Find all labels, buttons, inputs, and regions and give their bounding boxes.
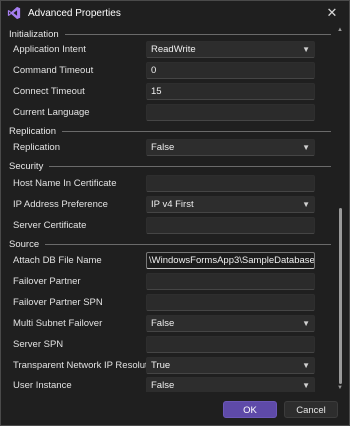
replication-dropdown[interactable]: False ▼	[146, 139, 315, 156]
server-spn-input[interactable]	[146, 336, 315, 353]
row-user-instance: User Instance False ▼	[1, 377, 331, 392]
row-connect-timeout: Connect Timeout 15	[1, 83, 331, 101]
chevron-down-icon[interactable]: ▼	[302, 358, 310, 373]
properties-grid: Initialization Application Intent ReadWr…	[1, 27, 349, 392]
ip-address-preference-dropdown[interactable]: IP v4 First ▼	[146, 196, 315, 213]
chevron-down-icon[interactable]: ▼	[302, 316, 310, 331]
row-replication: Replication False ▼	[1, 139, 331, 157]
section-divider	[64, 33, 331, 35]
chevron-down-icon[interactable]: ▼	[302, 378, 310, 392]
section-title: Security	[9, 160, 44, 172]
section-title: Initialization	[9, 28, 59, 40]
dropdown-value: False	[151, 318, 175, 329]
title-bar: Advanced Properties ✕	[1, 1, 349, 25]
close-icon[interactable]: ✕	[321, 3, 343, 23]
property-label: Server Certificate	[13, 220, 87, 231]
property-label: Application Intent	[13, 44, 86, 55]
cancel-button[interactable]: Cancel	[284, 401, 338, 418]
section-divider	[62, 130, 331, 132]
scroll-up-arrow-icon[interactable]: ▲	[337, 27, 343, 33]
section-initialization: Initialization	[9, 28, 331, 40]
row-command-timeout: Command Timeout 0	[1, 62, 331, 80]
scroll-thumb[interactable]	[339, 208, 342, 384]
row-server-spn: Server SPN	[1, 336, 331, 354]
section-title: Replication	[9, 125, 56, 137]
chevron-down-icon[interactable]: ▼	[302, 42, 310, 57]
command-timeout-input[interactable]: 0	[146, 62, 315, 79]
property-label: Connect Timeout	[13, 86, 85, 97]
property-label: Multi Subnet Failover	[13, 318, 103, 329]
property-label: Attach DB File Name	[13, 255, 102, 266]
property-label: Transparent Network IP Resolution	[13, 360, 161, 371]
row-server-certificate: Server Certificate	[1, 217, 331, 235]
row-current-language: Current Language	[1, 104, 331, 122]
vertical-scrollbar[interactable]: ▲ ▼	[337, 27, 343, 391]
failover-partner-spn-input[interactable]	[146, 294, 315, 311]
host-name-in-certificate-input[interactable]	[146, 175, 315, 192]
property-label: User Instance	[13, 380, 72, 391]
connect-timeout-input[interactable]: 15	[146, 83, 315, 100]
failover-partner-input[interactable]	[146, 273, 315, 290]
section-replication: Replication	[9, 125, 331, 137]
dialog-footer: OK Cancel	[1, 395, 349, 425]
property-label: Command Timeout	[13, 65, 94, 76]
property-label: IP Address Preference	[13, 199, 108, 210]
section-divider	[49, 165, 331, 167]
application-intent-dropdown[interactable]: ReadWrite ▼	[146, 41, 315, 58]
window-title: Advanced Properties	[28, 7, 121, 19]
visual-studio-icon	[7, 6, 21, 20]
multi-subnet-failover-dropdown[interactable]: False ▼	[146, 315, 315, 332]
property-label: Current Language	[13, 107, 90, 118]
row-failover-partner-spn: Failover Partner SPN	[1, 294, 331, 312]
property-label: Replication	[13, 142, 60, 153]
user-instance-dropdown[interactable]: False ▼	[146, 377, 315, 392]
dropdown-value: ReadWrite	[151, 44, 196, 55]
current-language-input[interactable]	[146, 104, 315, 121]
property-label: Failover Partner SPN	[13, 297, 103, 308]
row-multi-subnet-failover: Multi Subnet Failover False ▼	[1, 315, 331, 333]
row-host-name-in-certificate: Host Name In Certificate	[1, 175, 331, 193]
row-application-intent: Application Intent ReadWrite ▼	[1, 41, 331, 59]
row-transparent-network-ip-resolution: Transparent Network IP Resolution True ▼	[1, 357, 331, 375]
dropdown-value: False	[151, 380, 175, 391]
row-ip-address-preference: IP Address Preference IP v4 First ▼	[1, 196, 331, 214]
ok-button[interactable]: OK	[223, 401, 277, 418]
dropdown-value: True	[151, 360, 171, 371]
row-failover-partner: Failover Partner	[1, 273, 331, 291]
section-security: Security	[9, 160, 331, 172]
section-title: Source	[9, 238, 40, 250]
row-attach-db-file-name: Attach DB File Name \WindowsFormsApp3\Sa…	[1, 252, 331, 270]
section-divider	[45, 243, 331, 245]
transparent-network-ip-resolution-dropdown[interactable]: True ▼	[146, 357, 315, 374]
advanced-properties-dialog: Advanced Properties ✕ Initialization App…	[0, 0, 350, 426]
server-certificate-input[interactable]	[146, 217, 315, 234]
dropdown-value: False	[151, 142, 175, 153]
property-label: Server SPN	[13, 339, 64, 350]
section-source: Source	[9, 238, 331, 250]
chevron-down-icon[interactable]: ▼	[302, 140, 310, 155]
attach-db-file-name-input[interactable]: \WindowsFormsApp3\SampleDatabase.mdf	[146, 252, 315, 269]
chevron-down-icon[interactable]: ▼	[302, 197, 310, 212]
dropdown-value: IP v4 First	[151, 199, 194, 210]
property-label: Host Name In Certificate	[13, 178, 117, 189]
scroll-down-arrow-icon[interactable]: ▼	[337, 385, 343, 391]
property-label: Failover Partner	[13, 276, 81, 287]
